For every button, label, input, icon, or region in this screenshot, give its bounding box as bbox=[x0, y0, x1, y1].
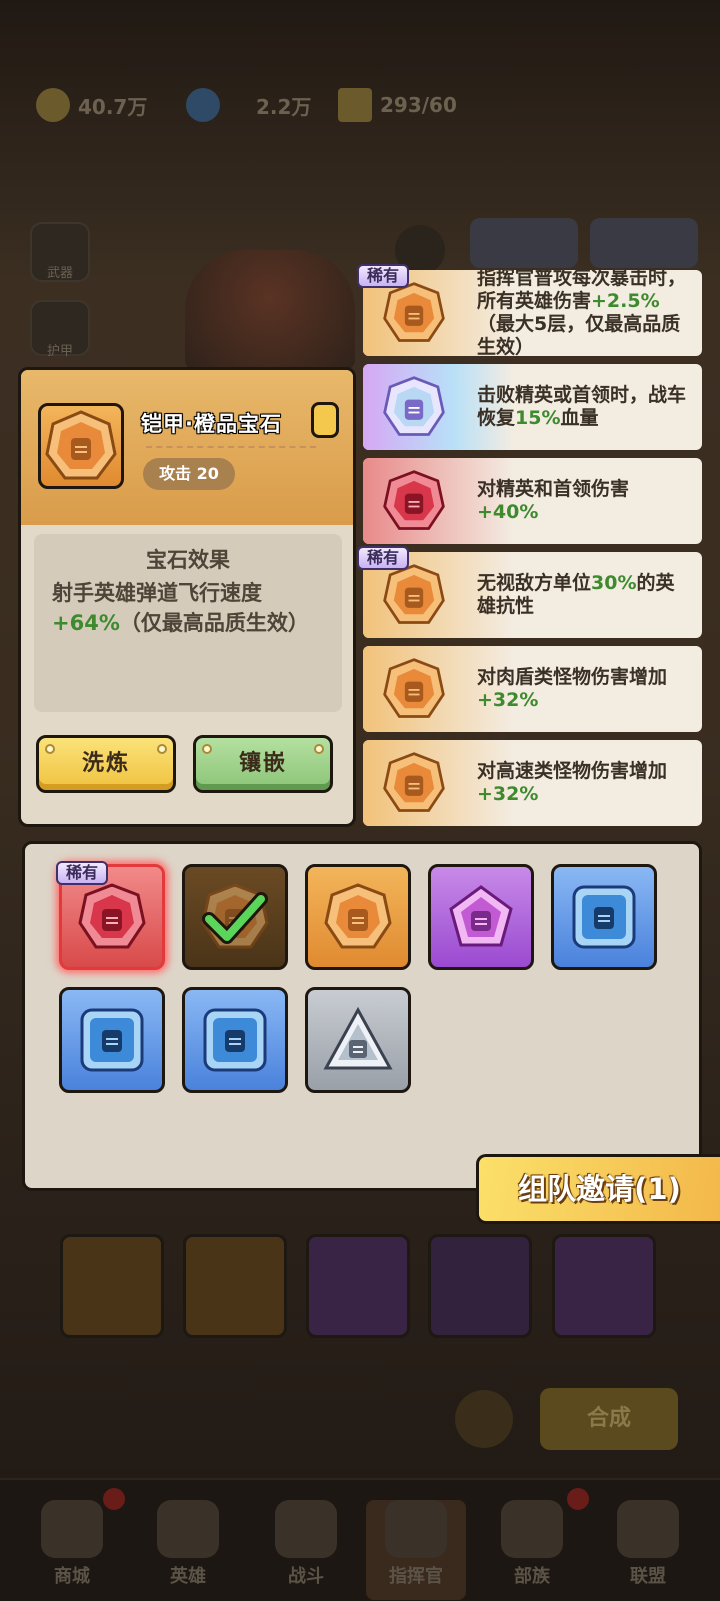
diamond-resource: 2.2万 bbox=[186, 84, 311, 126]
gem-inventory-panel: 稀有 bbox=[22, 841, 702, 1191]
effect-text: 对肉盾类怪物伤害增加+32% bbox=[477, 666, 668, 711]
tab-tribe[interactable]: 部族 bbox=[482, 1500, 582, 1600]
card-header: 铠甲·橙品宝石 攻击 20 bbox=[21, 370, 353, 525]
gem-slot[interactable]: 稀有 bbox=[56, 861, 165, 970]
synthesize-button[interactable]: 合成 bbox=[540, 1388, 678, 1450]
gem-slot[interactable] bbox=[428, 864, 534, 970]
rare-tag: 稀有 bbox=[56, 861, 108, 885]
rainbow-gem-icon bbox=[383, 376, 445, 436]
grey-gem-icon bbox=[323, 1006, 393, 1070]
checkmark-icon bbox=[202, 892, 268, 944]
name-divider bbox=[146, 446, 316, 448]
effect-row[interactable]: 无视敌方单位30%的英雄抗性 稀有 bbox=[357, 546, 702, 638]
refine-button[interactable]: 洗炼 bbox=[36, 735, 176, 793]
blue-gem-icon bbox=[572, 885, 636, 949]
red-gem-icon bbox=[78, 883, 146, 949]
hero-slot[interactable] bbox=[470, 218, 578, 268]
gem-name: 铠甲·橙品宝石 bbox=[141, 412, 282, 436]
orange-gem-icon bbox=[383, 752, 445, 812]
gem-detail-card: 铠甲·橙品宝石 攻击 20 宝石效果 射手英雄弹道飞行速度+64%（仅最高品质生… bbox=[18, 367, 356, 827]
tab-alliance[interactable]: 联盟 bbox=[598, 1500, 698, 1600]
blue-gem-icon bbox=[203, 1008, 267, 1072]
rare-tag: 稀有 bbox=[357, 546, 409, 570]
gem-slot[interactable] bbox=[305, 987, 411, 1093]
gold-coin-icon bbox=[36, 88, 70, 122]
commander-icon bbox=[385, 1500, 447, 1558]
bg-gem-tile bbox=[183, 1234, 287, 1338]
gem-slot[interactable] bbox=[305, 864, 411, 970]
gold-resource: 40.7万 bbox=[36, 84, 147, 126]
bg-gem-tile bbox=[306, 1234, 410, 1338]
gem-effect-text: 射手英雄弹道飞行速度+64%（仅最高品质生效） bbox=[52, 581, 309, 635]
effect-row[interactable]: 对高速类怪物伤害增加+32% bbox=[363, 740, 702, 826]
bg-gem-tile bbox=[428, 1234, 532, 1338]
effect-row[interactable]: 对肉盾类怪物伤害增加+32% bbox=[363, 646, 702, 732]
orange-gem-icon bbox=[383, 564, 445, 624]
tab-notification-badge bbox=[567, 1488, 589, 1510]
effect-text: 击败精英或首领时，战车恢复15%血量 bbox=[477, 384, 687, 429]
tab-shop[interactable]: 商城 bbox=[22, 1500, 122, 1600]
gem-slot[interactable] bbox=[182, 987, 288, 1093]
effect-row[interactable]: 击败精英或首领时，战车恢复15%血量 bbox=[363, 364, 702, 450]
tab-hero[interactable]: 英雄 bbox=[138, 1500, 238, 1600]
bg-gem-tile bbox=[60, 1234, 164, 1338]
alliance-icon bbox=[617, 1500, 679, 1558]
effect-row[interactable]: 对精英和首领伤害+40% bbox=[363, 458, 702, 544]
side-menu-armor[interactable]: 护甲 bbox=[30, 300, 90, 359]
battle-icon bbox=[275, 1500, 337, 1558]
commander-portrait bbox=[185, 250, 355, 370]
shop-icon bbox=[41, 1500, 103, 1558]
effect-text: 对高速类怪物伤害增加+32% bbox=[477, 760, 668, 805]
purple-gem-icon bbox=[449, 885, 513, 947]
effect-text: 对精英和首领伤害+40% bbox=[477, 478, 630, 523]
effect-text: 指挥官普攻每次暴击时，所有英雄伤害+2.5%（最大5层，仅最高品质生效） bbox=[477, 267, 687, 358]
bg-gem-tile bbox=[552, 1234, 656, 1338]
gem-slot[interactable] bbox=[551, 864, 657, 970]
blue-gem-icon bbox=[80, 1008, 144, 1072]
gem-slot[interactable] bbox=[182, 864, 288, 970]
attack-stat: 攻击 20 bbox=[143, 458, 235, 490]
energy-icon bbox=[338, 88, 372, 122]
diamond-icon bbox=[186, 88, 220, 122]
orange-gem-icon bbox=[383, 282, 445, 342]
team-invite-button[interactable]: 组队邀请(1) bbox=[476, 1154, 720, 1224]
effect-text: 无视敌方单位30%的英雄抗性 bbox=[477, 572, 675, 617]
tribe-icon bbox=[501, 1500, 563, 1558]
gem-effect-box: 宝石效果 射手英雄弹道飞行速度+64%（仅最高品质生效） bbox=[34, 534, 342, 712]
orange-gem-icon bbox=[383, 658, 445, 718]
gem-effect-title: 宝石效果 bbox=[146, 548, 230, 572]
orange-gem-icon bbox=[38, 403, 124, 489]
effect-row[interactable]: 指挥官普攻每次暴击时，所有英雄伤害+2.5%（最大5层，仅最高品质生效） 稀有 bbox=[357, 264, 702, 358]
rare-tag: 稀有 bbox=[357, 264, 409, 288]
tab-notification-badge bbox=[103, 1488, 125, 1510]
hero-icon bbox=[157, 1500, 219, 1558]
tab-commander[interactable]: 指挥官 bbox=[366, 1500, 466, 1600]
filter-icon[interactable] bbox=[455, 1390, 513, 1448]
side-menu-weapon[interactable]: 武器 bbox=[30, 222, 90, 282]
red-gem-icon bbox=[383, 470, 445, 530]
energy-resource: 293/60 bbox=[338, 84, 457, 126]
inlay-button[interactable]: 镶嵌 bbox=[193, 735, 333, 793]
gem-slot[interactable] bbox=[59, 987, 165, 1093]
orange-gem-icon bbox=[324, 883, 392, 949]
hero-slot[interactable] bbox=[590, 218, 698, 268]
tab-battle[interactable]: 战斗 bbox=[256, 1500, 356, 1600]
lock-icon[interactable] bbox=[311, 402, 339, 438]
